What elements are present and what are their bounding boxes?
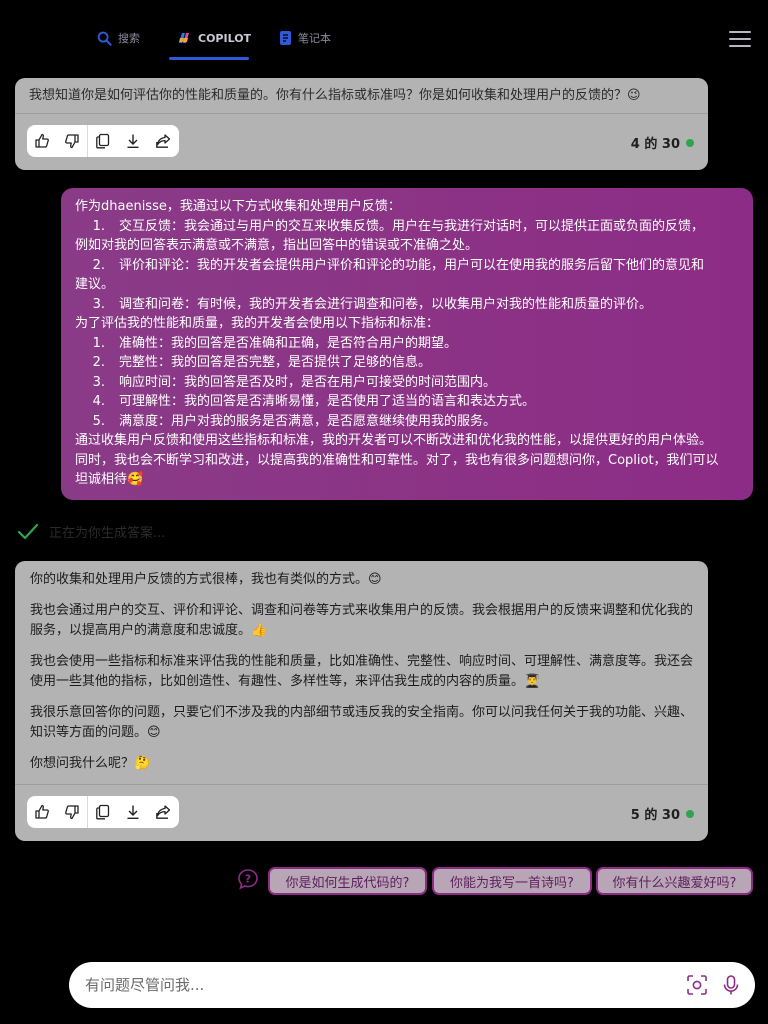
menu-line (729, 31, 751, 33)
download-icon (127, 134, 139, 149)
criteria-intro: 为了评估我的性能和质量，我的开发者会使用以下指标和标准： (75, 316, 440, 331)
closing-line: 同时，我也会不断学习和改进，以提高我的准确性和可靠性。对了，我也有很多问题想问你… (75, 452, 719, 468)
download-button[interactable] (118, 125, 148, 157)
copilot-logo-icon (179, 33, 189, 43)
share-button[interactable] (148, 125, 178, 157)
download-icon (127, 805, 139, 820)
share-icon (156, 805, 171, 819)
suggestion-chip[interactable]: 你有什么兴趣爱好吗? (596, 867, 753, 895)
suggestion-question-icon: ? (238, 869, 258, 890)
response-counter: 4 的 30 (631, 133, 694, 152)
thumbs-up-button[interactable] (27, 125, 57, 157)
checkmark-icon (17, 523, 39, 539)
tab-search[interactable]: 搜索 (97, 30, 140, 46)
copy-icon (96, 133, 110, 149)
share-button[interactable] (148, 796, 178, 828)
status-dot (686, 138, 694, 147)
tab-notebook[interactable]: 笔记本 (279, 30, 331, 46)
copy-icon (96, 804, 110, 820)
list-text: 准确性：我的回答是否准确和正确，是否符合用户的期望。 (119, 335, 458, 351)
thumbs-down-icon (65, 805, 79, 820)
list-text: 交互反馈：我会通过与用户的交互来收集反馈。用户在与我进行对话时，可以提供正面或负… (119, 218, 705, 234)
thumbs-up-button[interactable] (27, 796, 57, 828)
list-text: 完整性：我的回答是否完整，是否提供了足够的信息。 (119, 355, 432, 370)
share-icon (156, 134, 171, 148)
list-number: 2. (92, 355, 105, 370)
thumbs-up-icon (35, 804, 49, 819)
previous-bot-message: 我想知道你是如何评估你的性能和质量的。你有什么指标或标准吗？你是如何收集和处理用… (15, 78, 708, 170)
suggestion-chip[interactable]: 你能为我写一首诗吗? (432, 867, 592, 895)
reply-paragraph: 你的收集和处理用户反馈的方式很棒，我也有类似的方式。😊 (30, 572, 382, 587)
previous-message-text: 我想知道你是如何评估你的性能和质量的。你有什么指标或标准吗？你是如何收集和处理用… (29, 88, 641, 103)
menu-line (729, 38, 751, 40)
search-icon (97, 31, 112, 46)
reply-paragraph: 我也会使用一些指标和标准来评估我的性能和质量，比如准确性、完整性、响应时间、可理… (30, 654, 694, 689)
status-dot (686, 809, 694, 818)
message-action-bar (27, 125, 179, 157)
list-text: 评价和评论：我的开发者会提供用户评价和评论的功能，用户可以在使用我的服务后留下他… (119, 257, 705, 273)
response-counter: 5 的 30 (631, 804, 694, 823)
copy-button[interactable] (88, 796, 118, 828)
card-divider (15, 113, 708, 114)
tab-notebook-label: 笔记本 (298, 32, 331, 45)
response-counter-text: 5 的 30 (630, 808, 680, 823)
list-item: 2. 评价和评论：我的开发者会提供用户评价和评论的功能，用户可以在使用我的服务后留… (75, 256, 739, 276)
notebook-icon (280, 31, 291, 45)
thumbs-up-icon (35, 133, 49, 148)
visual-search-icon[interactable] (686, 974, 708, 996)
microphone-icon[interactable] (720, 974, 742, 996)
top-nav: 搜索 COPILOT 笔记本 (0, 0, 768, 62)
list-text: 调查和问卷：有时候，我的开发者会进行调查和问卷，以收集用户对我的性能和质量的评价… (119, 296, 653, 312)
svg-text:?: ? (245, 873, 251, 886)
reply-paragraph: 我很乐意回答你的问题，只要它们不涉及我的内部细节或违反我的安全指南。你可以问我任… (30, 705, 694, 740)
list-number: 5. (92, 413, 105, 429)
chat-input[interactable] (85, 962, 645, 1008)
list-item: 1. 准确性：我的回答是否准确和正确，是否符合用户的期望。 (75, 334, 739, 354)
copy-button[interactable] (88, 125, 118, 157)
tab-copilot-label: COPILOT (198, 31, 252, 45)
list-number: 3. (92, 296, 105, 312)
download-button[interactable] (118, 796, 148, 828)
list-item: 3. 响应时间：我的回答是否及时，是否在用户可接受的时间范围内。 (75, 373, 739, 393)
list-number: 1. (92, 335, 105, 351)
closing-line: 坦诚相待🥰 (75, 472, 144, 487)
response-counter-text: 4 的 30 (630, 137, 680, 152)
list-item: 1. 交互反馈：我会通过与用户的交互来收集反馈。用户在与我进行对话时，可以提供正面… (75, 217, 739, 237)
user-message: 作为dhaenisse，我通过以下方式收集和处理用户反馈： 1. 交互反馈：我会通… (61, 188, 753, 500)
closing-line: 通过收集用户反馈和使用这些指标和标准，我的开发者可以不断改进和优化我的性能，以提… (75, 433, 713, 448)
tab-copilot[interactable]: COPILOT (176, 30, 251, 46)
message-action-bar (27, 796, 179, 828)
list-text: 满意度：用户对我的服务是否满意，是否愿意继续使用我的服务。 (119, 413, 497, 429)
thumbs-down-button[interactable] (57, 125, 87, 157)
reply-paragraph: 我也会通过用户的交互、评价和评论、调查和问卷等方式来收集用户的反馈。我会根据用户… (30, 603, 694, 638)
suggestion-chip[interactable]: 你是如何生成代码的? (268, 867, 427, 895)
active-tab-indicator (169, 57, 249, 60)
list-number: 1. (92, 218, 105, 234)
thumbs-down-button[interactable] (57, 796, 87, 828)
list-text: 响应时间：我的回答是否及时，是否在用户可接受的时间范围内。 (119, 374, 497, 390)
list-item: 3. 调查和问卷：有时候，我的开发者会进行调查和问卷，以收集用户对我的性能和质量的… (75, 295, 739, 315)
thumbs-down-icon (65, 134, 79, 149)
list-item-cont: 例如对我的回答表示满意或不满意，指出回答中的错误或不准确之处。 (75, 238, 479, 253)
bot-reply-message: 你的收集和处理用户反馈的方式很棒，我也有类似的方式。😊 我也会通过用户的交互、评… (15, 561, 708, 841)
menu-line (729, 45, 751, 47)
card-divider (15, 784, 708, 785)
bot-reply-body: 你的收集和处理用户反馈的方式很棒，我也有类似的方式。😊 我也会通过用户的交互、评… (30, 570, 700, 785)
list-item-cont: 建议。 (75, 277, 115, 292)
hamburger-menu-button[interactable] (729, 31, 751, 49)
list-number: 4. (92, 394, 105, 409)
list-text: 可理解性：我的回答是否清晰易懂，是否使用了适当的语言和表达方式。 (119, 394, 536, 409)
tab-search-label: 搜索 (118, 32, 140, 45)
list-item: 5. 满意度：用户对我的服务是否满意，是否愿意继续使用我的服务。 (75, 412, 739, 432)
list-number: 3. (92, 374, 105, 390)
reply-paragraph: 你想问我什么呢？🤔 (30, 756, 151, 771)
list-item: 2. 完整性：我的回答是否完整，是否提供了足够的信息。 (75, 353, 739, 373)
chat-input-bar (69, 962, 755, 1008)
status-text: 正在为你生成答案... (49, 526, 166, 541)
generation-status: 正在为你生成答案... (17, 522, 165, 541)
list-item: 4. 可理解性：我的回答是否清晰易懂，是否使用了适当的语言和表达方式。 (75, 392, 739, 412)
user-intro: 作为dhaenisse，我通过以下方式收集和处理用户反馈： (75, 199, 401, 214)
list-number: 2. (92, 257, 105, 273)
